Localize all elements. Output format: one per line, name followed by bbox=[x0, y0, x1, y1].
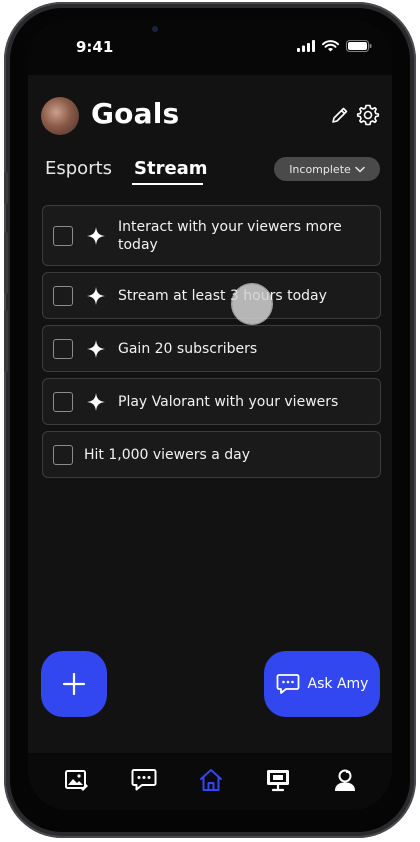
chat-icon bbox=[276, 674, 299, 694]
battery-icon bbox=[346, 40, 372, 52]
gear-icon[interactable] bbox=[356, 103, 380, 127]
goal-checkbox[interactable] bbox=[53, 285, 73, 306]
volume-up-button bbox=[4, 232, 8, 294]
goal-text: Play Valorant with your viewers bbox=[118, 393, 339, 410]
signal-icon bbox=[297, 40, 315, 52]
bottom-nav bbox=[28, 753, 392, 810]
volume-down-button bbox=[4, 310, 8, 372]
goal-checkbox[interactable] bbox=[53, 338, 73, 359]
goal-text: Hit 1,000 viewers a day bbox=[84, 446, 251, 463]
goal-item[interactable]: Gain 20 subscribers bbox=[42, 325, 381, 372]
goal-checkbox[interactable] bbox=[53, 391, 73, 412]
status-bar: 9:41 bbox=[28, 20, 392, 75]
header: Goals bbox=[28, 75, 392, 145]
status-time: 9:41 bbox=[76, 38, 114, 56]
tab-stream[interactable]: Stream bbox=[134, 158, 208, 179]
front-camera bbox=[152, 26, 158, 32]
home-icon[interactable] bbox=[198, 767, 224, 793]
goal-text: Stream at least 3 hours today bbox=[118, 287, 327, 304]
monitor-icon[interactable] bbox=[265, 767, 291, 793]
mute-switch bbox=[4, 172, 8, 204]
app-screen: 9:41 Goals Esports Stream Incomplete Int… bbox=[28, 20, 392, 810]
gallery-icon[interactable] bbox=[63, 767, 89, 793]
ask-amy-label: Ask Amy bbox=[307, 676, 369, 692]
sparkle-icon bbox=[87, 392, 105, 411]
filter-dropdown[interactable]: Incomplete bbox=[274, 157, 380, 181]
ask-amy-button[interactable]: Ask Amy bbox=[264, 651, 380, 717]
goal-text-line1: Interact with your viewers more bbox=[118, 218, 342, 235]
add-goal-button[interactable] bbox=[41, 651, 107, 717]
plus-icon bbox=[62, 672, 86, 696]
goal-item[interactable]: Interact with your viewers more today bbox=[42, 205, 381, 266]
active-tab-underline bbox=[132, 183, 203, 185]
goal-item[interactable]: Play Valorant with your viewers bbox=[42, 378, 381, 425]
pencil-icon[interactable] bbox=[330, 105, 350, 125]
goal-checkbox[interactable] bbox=[53, 225, 73, 246]
chevron-down-icon bbox=[355, 166, 365, 173]
goal-item[interactable]: Hit 1,000 viewers a day bbox=[42, 431, 381, 478]
goal-text: Interact with your viewers more today bbox=[118, 218, 342, 254]
touch-indicator bbox=[232, 284, 272, 324]
goal-checkbox[interactable] bbox=[53, 444, 73, 465]
status-icons bbox=[297, 40, 372, 52]
chat-icon[interactable] bbox=[131, 767, 157, 793]
goal-text-line2: today bbox=[118, 236, 158, 253]
tab-esports[interactable]: Esports bbox=[45, 158, 112, 179]
sparkle-icon bbox=[87, 339, 105, 358]
page-title: Goals bbox=[91, 97, 180, 130]
filter-selected-label: Incomplete bbox=[289, 162, 351, 176]
goal-list: Interact with your viewers more today St… bbox=[42, 205, 381, 484]
goal-item[interactable]: Stream at least 3 hours today bbox=[42, 272, 381, 319]
avatar[interactable] bbox=[41, 97, 79, 135]
profile-icon[interactable] bbox=[332, 767, 358, 793]
sparkle-icon bbox=[87, 226, 105, 245]
wifi-icon bbox=[322, 40, 339, 52]
sparkle-icon bbox=[87, 286, 105, 305]
goal-text: Gain 20 subscribers bbox=[118, 340, 258, 357]
